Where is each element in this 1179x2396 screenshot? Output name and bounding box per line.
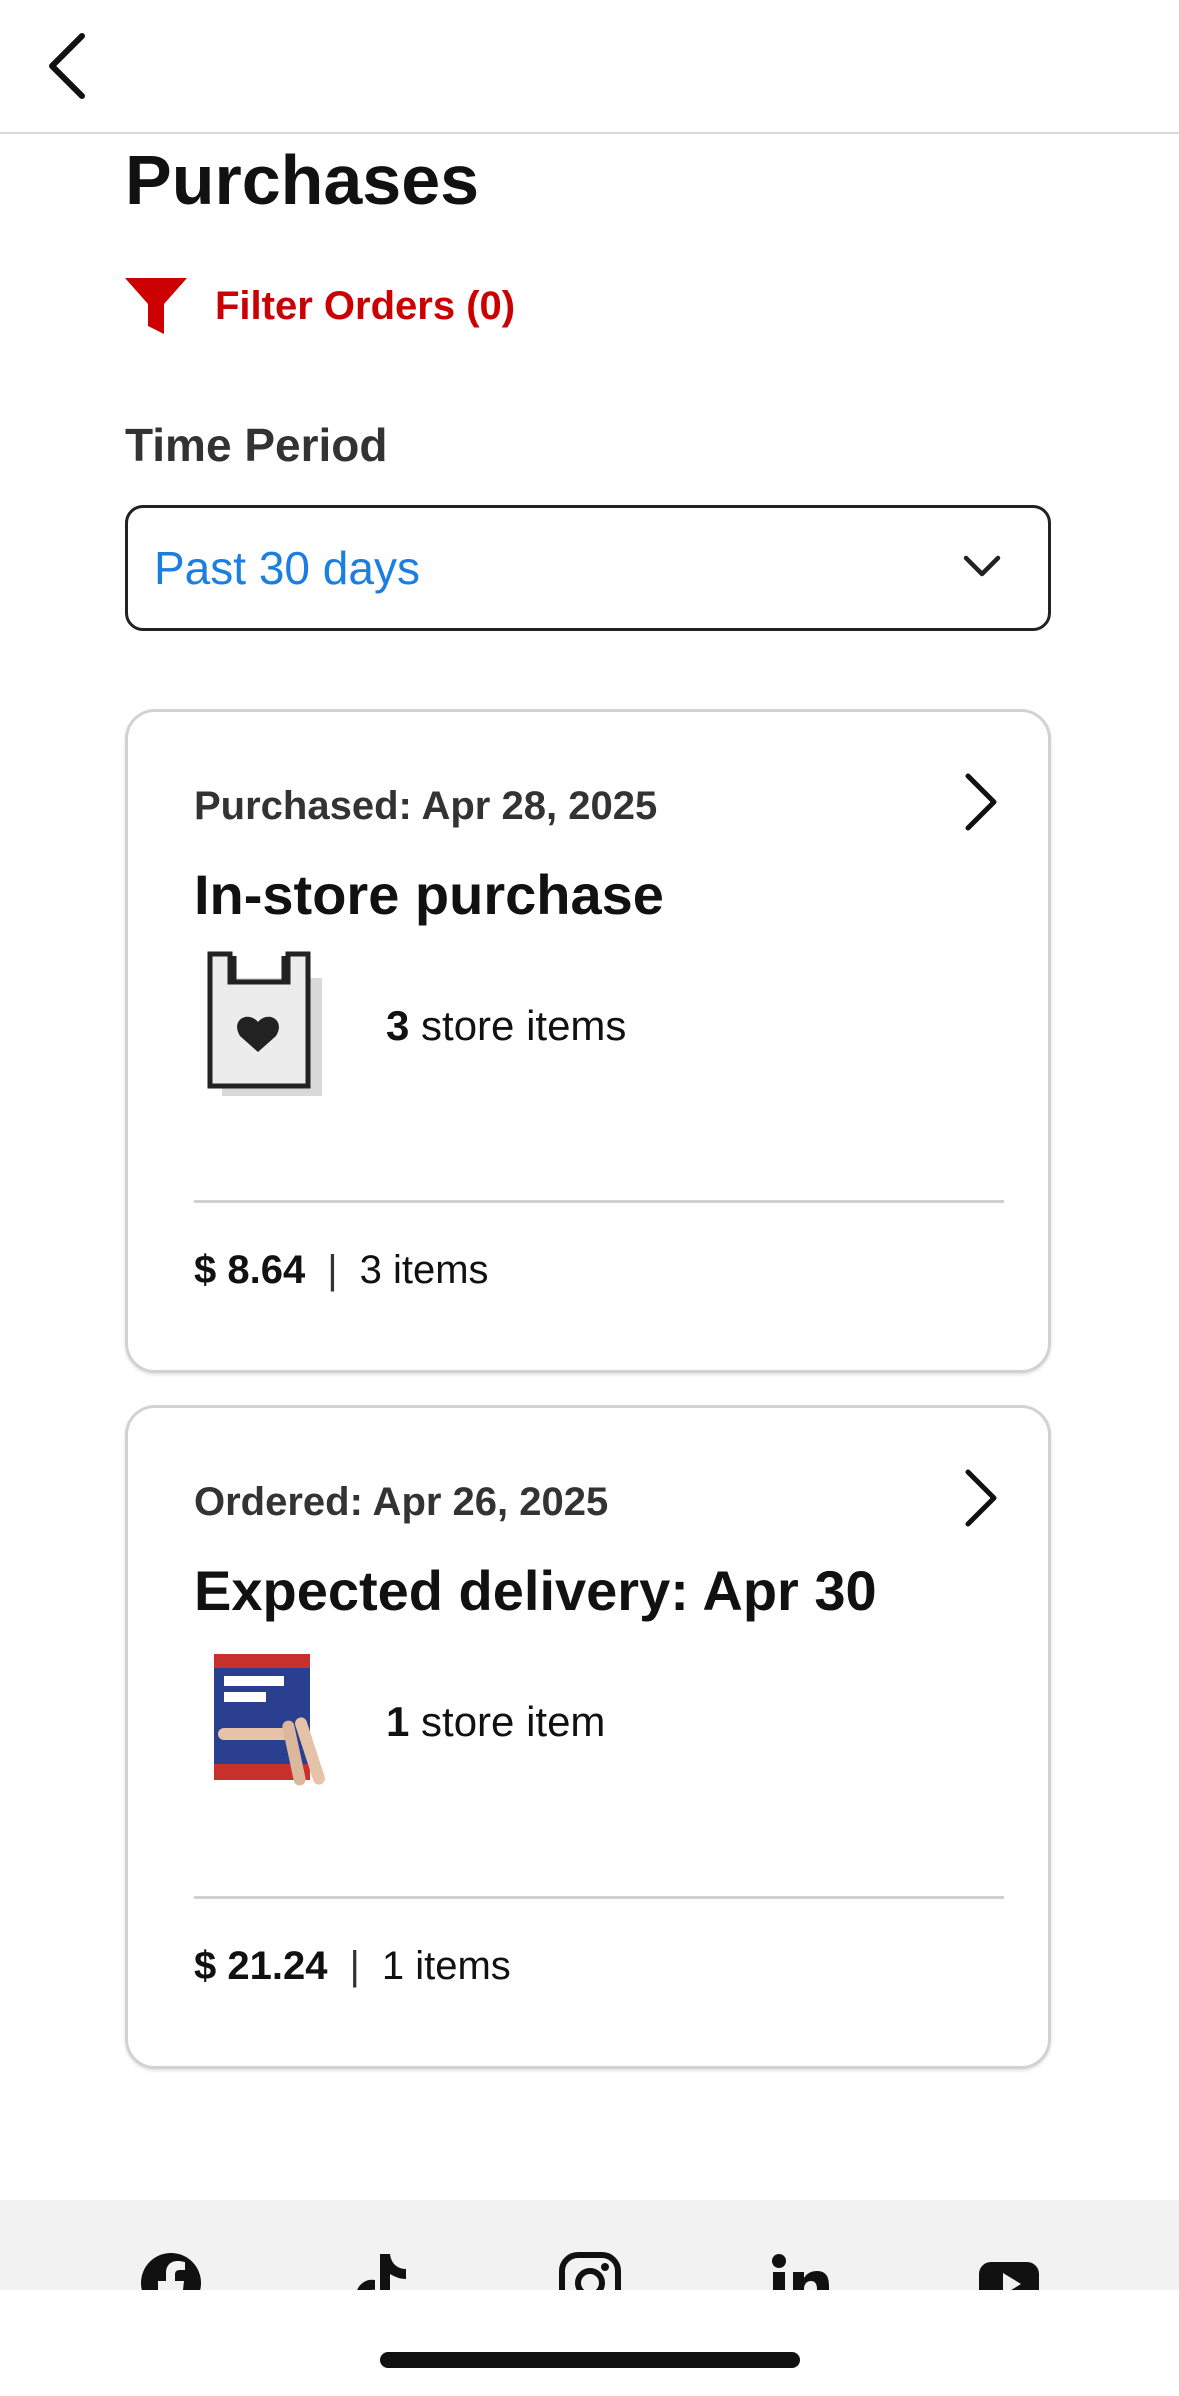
youtube-icon[interactable] [978, 2252, 1040, 2290]
item-count-label: store items [421, 1002, 627, 1049]
chevron-left-icon [49, 33, 85, 99]
filter-orders-button[interactable]: Filter Orders (0) [125, 276, 515, 336]
footer-social-bar [0, 2200, 1179, 2290]
order-item-count: 3 store items [386, 1002, 626, 1050]
top-navigation-bar [0, 0, 1179, 134]
order-card-in-store[interactable]: Purchased: Apr 28, 2025 In-store purchas… [125, 709, 1051, 1373]
order-date: Ordered: Apr 26, 2025 [194, 1480, 609, 1524]
instagram-icon[interactable] [559, 2252, 621, 2290]
divider [194, 1200, 1004, 1203]
summary-separator: | [349, 1944, 360, 1988]
item-count-number: 1 [386, 1698, 410, 1745]
divider [194, 1896, 1004, 1899]
breathe-right-product-image [204, 1646, 334, 1796]
chevron-right-icon[interactable] [960, 770, 1000, 834]
bottom-safe-area [0, 2290, 1179, 2396]
order-date: Purchased: Apr 28, 2025 [194, 784, 658, 828]
order-item-count: 1 store item [386, 1698, 605, 1746]
chevron-down-icon [963, 555, 1001, 577]
order-price: $ 21.24 [194, 1944, 328, 1988]
order-price: $ 8.64 [194, 1248, 306, 1292]
page-title: Purchases [125, 141, 480, 219]
order-items-label: 3 items [359, 1248, 489, 1292]
home-indicator[interactable] [380, 2352, 800, 2368]
order-title: In-store purchase [194, 863, 664, 926]
store-bag-icon [204, 950, 334, 1100]
time-period-label: Time Period [125, 419, 388, 471]
item-count-label: store item [421, 1698, 606, 1745]
tiktok-icon[interactable] [350, 2252, 412, 2290]
funnel-icon [125, 278, 187, 334]
filter-orders-label: Filter Orders (0) [215, 283, 516, 328]
summary-separator: | [327, 1248, 338, 1292]
order-items-label: 1 items [381, 1944, 511, 1988]
facebook-icon[interactable] [140, 2252, 202, 2290]
back-button[interactable] [40, 28, 100, 108]
order-card-delivery[interactable]: Ordered: Apr 26, 2025 Expected delivery:… [125, 1405, 1051, 2069]
order-summary: $ 21.24 | 1 items [194, 1944, 511, 1989]
order-title: Expected delivery: Apr 30 [194, 1559, 877, 1622]
item-count-number: 3 [386, 1002, 410, 1049]
time-period-select[interactable]: Past 30 days [125, 505, 1051, 631]
chevron-right-icon[interactable] [960, 1466, 1000, 1530]
linkedin-icon[interactable] [769, 2252, 831, 2290]
time-period-value: Past 30 days [154, 542, 420, 594]
order-summary: $ 8.64 | 3 items [194, 1248, 489, 1293]
